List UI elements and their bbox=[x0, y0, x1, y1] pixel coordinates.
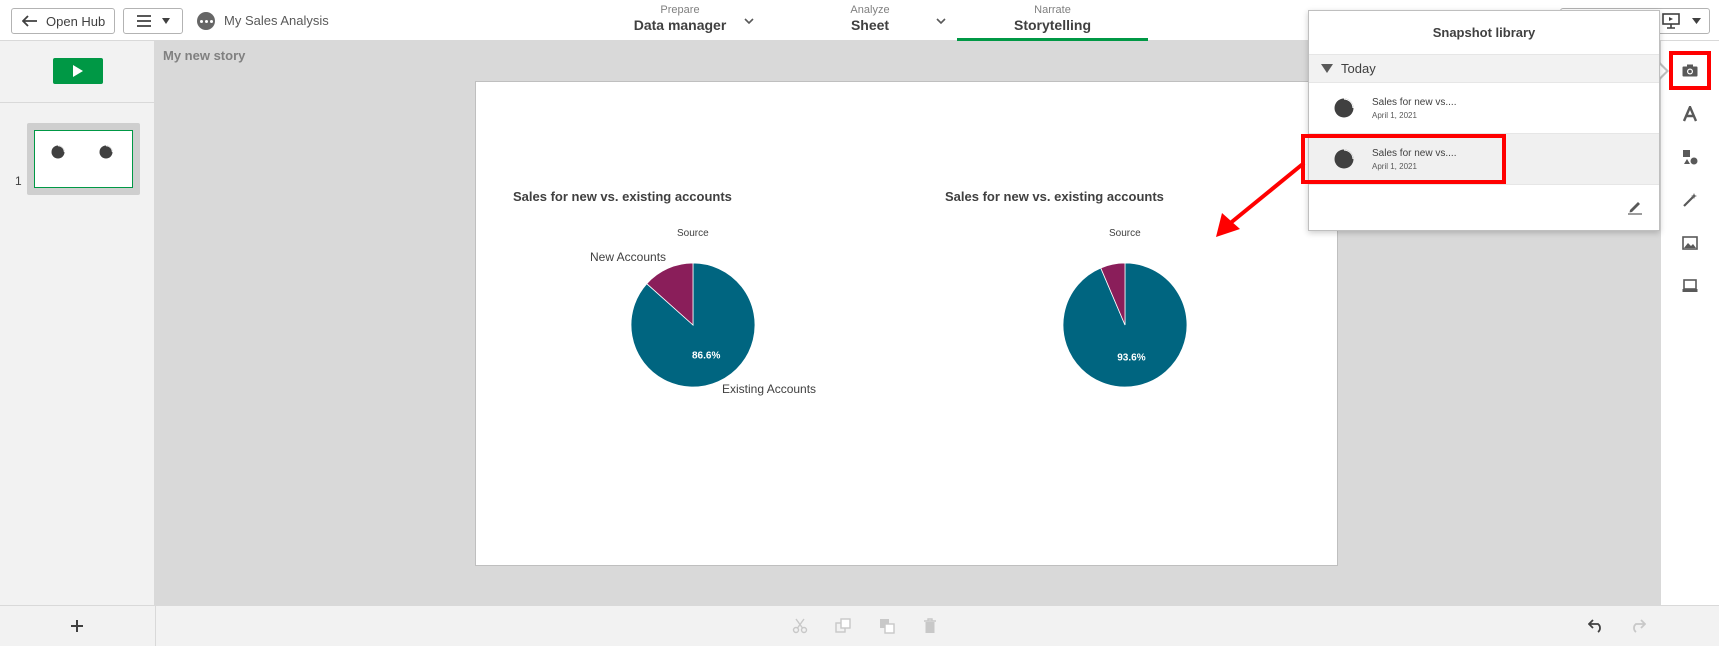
tab-analyze-small: Analyze bbox=[850, 4, 890, 16]
pie-icon bbox=[99, 145, 113, 159]
divider bbox=[0, 102, 155, 103]
snapshot-group-today[interactable]: Today bbox=[1309, 55, 1659, 83]
delete-button[interactable] bbox=[920, 616, 940, 636]
cut-icon bbox=[792, 618, 808, 634]
tab-prepare-small: Prepare bbox=[660, 4, 700, 16]
image-icon bbox=[1682, 236, 1698, 250]
back-arrow-icon bbox=[22, 15, 37, 27]
tab-narrate-small: Narrate bbox=[1034, 4, 1071, 16]
tab-analyze-label: Sheet bbox=[850, 17, 890, 33]
presentation-icon bbox=[1662, 13, 1680, 29]
chevron-down-icon[interactable] bbox=[936, 18, 946, 25]
snapshot-group-label: Today bbox=[1341, 61, 1376, 76]
pie-data-label: 86.6% bbox=[692, 350, 720, 361]
plus-icon bbox=[71, 620, 83, 632]
layer-icon bbox=[880, 619, 895, 634]
camera-icon bbox=[1682, 64, 1698, 77]
tab-prepare-label: Data manager bbox=[633, 17, 727, 33]
chart-title: Sales for new vs. existing accounts bbox=[945, 189, 1164, 204]
media-tool-button[interactable] bbox=[1678, 274, 1702, 298]
copy-icon bbox=[835, 618, 851, 633]
story-tools-panel bbox=[1660, 41, 1719, 605]
magic-wand-icon bbox=[1683, 193, 1697, 207]
arrange-button[interactable] bbox=[877, 616, 897, 636]
effects-tool-button[interactable] bbox=[1678, 188, 1702, 212]
chevron-down-icon[interactable] bbox=[744, 18, 754, 25]
image-tool-button[interactable] bbox=[1678, 231, 1702, 255]
shapes-icon bbox=[1683, 150, 1698, 165]
hamburger-icon bbox=[137, 15, 151, 27]
text-tool-button[interactable] bbox=[1678, 102, 1702, 126]
chart-subtitle: Source bbox=[677, 228, 709, 239]
divider bbox=[155, 606, 156, 646]
slide-thumbnail[interactable] bbox=[27, 123, 140, 195]
snapshot-item[interactable]: Sales for new vs.... April 1, 2021 bbox=[1309, 83, 1659, 134]
redo-icon bbox=[1633, 619, 1646, 633]
shapes-tool-button[interactable] bbox=[1678, 145, 1702, 169]
media-icon bbox=[1682, 279, 1698, 292]
story-slide[interactable]: Sales for new vs. existing accounts Sour… bbox=[475, 81, 1338, 566]
slide-number: 1 bbox=[15, 174, 22, 188]
pie-chart[interactable]: 86.6% bbox=[630, 262, 756, 388]
pie-icon bbox=[51, 145, 65, 159]
annotation-arrow bbox=[1216, 161, 1306, 237]
pie-chart[interactable]: 93.6% bbox=[1062, 262, 1188, 388]
slide-thumbnail-canvas bbox=[34, 130, 133, 188]
tab-prepare[interactable]: Prepare Data manager bbox=[600, 0, 760, 41]
annotation-highlight-box bbox=[1301, 134, 1506, 184]
trash-icon bbox=[924, 618, 936, 633]
chart-subtitle: Source bbox=[1109, 228, 1141, 239]
tab-analyze[interactable]: Analyze Sheet bbox=[790, 0, 950, 41]
copy-button[interactable] bbox=[833, 616, 853, 636]
slide-panel: 1 bbox=[0, 41, 155, 605]
chart-title: Sales for new vs. existing accounts bbox=[513, 189, 732, 204]
text-icon bbox=[1682, 106, 1698, 122]
undo-button[interactable] bbox=[1586, 616, 1606, 636]
bottom-toolbar bbox=[0, 605, 1719, 646]
pie-icon bbox=[1334, 98, 1354, 118]
snapshot-date: April 1, 2021 bbox=[1372, 110, 1417, 120]
tab-narrate-label: Storytelling bbox=[1013, 17, 1091, 33]
triangle-down-icon bbox=[1321, 64, 1333, 73]
app-icon bbox=[197, 12, 215, 30]
play-story-button[interactable] bbox=[53, 58, 103, 84]
chevron-down-icon bbox=[1692, 18, 1701, 24]
redo-button[interactable] bbox=[1628, 616, 1648, 636]
open-hub-label: Open Hub bbox=[46, 13, 106, 29]
play-icon bbox=[73, 65, 83, 77]
snapshot-library-button[interactable] bbox=[1669, 51, 1711, 90]
edit-icon bbox=[1628, 202, 1642, 215]
snapshot-library-panel: Snapshot library Today Sales for new vs.… bbox=[1308, 10, 1660, 231]
add-slide-button[interactable] bbox=[67, 616, 87, 636]
cut-button[interactable] bbox=[790, 616, 810, 636]
tab-narrate[interactable]: Narrate Storytelling bbox=[957, 0, 1148, 41]
story-title[interactable]: My new story bbox=[163, 48, 245, 63]
snapshot-library-title: Snapshot library bbox=[1309, 11, 1659, 55]
pie-data-label: 93.6% bbox=[1117, 353, 1145, 364]
chevron-down-icon bbox=[162, 18, 170, 24]
edit-snapshots-button[interactable] bbox=[1627, 199, 1643, 220]
app-name: My Sales Analysis bbox=[224, 13, 329, 28]
open-hub-button[interactable]: Open Hub bbox=[11, 8, 115, 34]
undo-icon bbox=[1588, 619, 1601, 633]
snapshot-title: Sales for new vs.... bbox=[1372, 96, 1457, 108]
global-menu-button[interactable] bbox=[123, 8, 183, 34]
